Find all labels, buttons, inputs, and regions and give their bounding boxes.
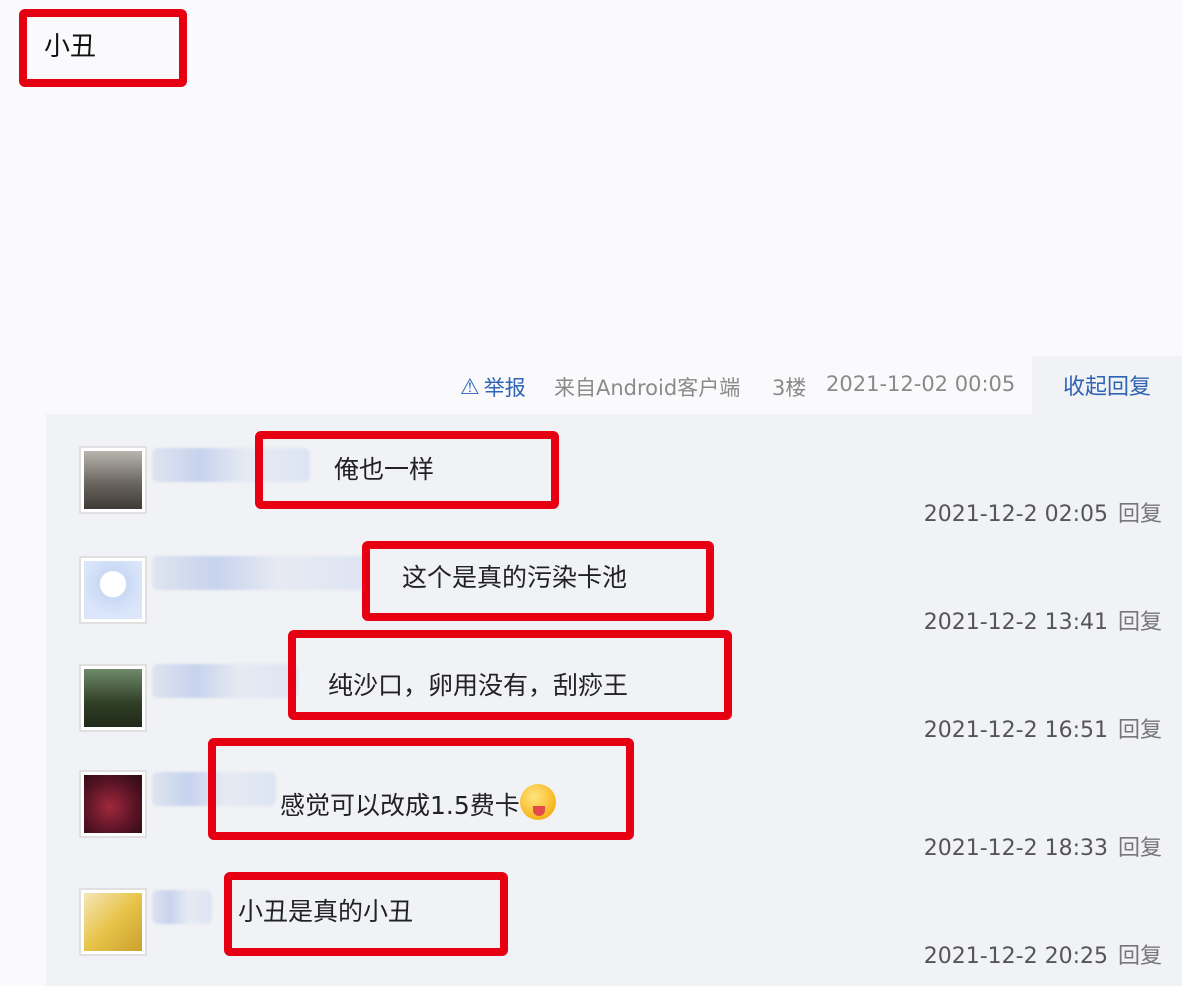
warning-triangle-icon: ⚠ <box>460 374 480 400</box>
avatar[interactable] <box>79 888 147 956</box>
reply-meta: 2021-12-2 02:05 回复 <box>924 496 1162 528</box>
collapse-replies-button[interactable]: 收起回复 <box>1032 356 1182 414</box>
reply-meta: 2021-12-2 13:41 回复 <box>924 604 1162 636</box>
reply-time: 2021-12-2 13:41 <box>923 610 1108 635</box>
blurred-username[interactable] <box>152 556 366 590</box>
reply-time: 2021-12-2 02:05 <box>923 502 1108 527</box>
floor-number: 3楼 <box>772 376 807 400</box>
report-link[interactable]: ⚠ 举报 <box>460 372 526 402</box>
client-source: 来自Android客户端 <box>554 376 741 400</box>
reply-meta: 2021-12-2 16:51 回复 <box>924 712 1162 744</box>
reply-button[interactable]: 回复 <box>1118 836 1162 861</box>
blurred-username[interactable] <box>152 448 310 482</box>
reply-button[interactable]: 回复 <box>1118 610 1162 635</box>
reply-text-body: 感觉可以改成1.5费卡 <box>280 791 520 820</box>
avatar[interactable] <box>79 446 147 514</box>
reply-time: 2021-12-2 18:33 <box>923 836 1108 861</box>
reply-button[interactable]: 回复 <box>1118 944 1162 969</box>
blurred-username[interactable] <box>152 772 276 806</box>
reply-time: 2021-12-2 20:25 <box>923 944 1108 969</box>
avatar[interactable] <box>79 770 147 838</box>
tongue-out-emoji-icon <box>519 784 556 820</box>
post-time: 2021-12-02 00:05 <box>826 372 1016 396</box>
reply-text: 纯沙口，卵用没有，刮痧王 <box>328 671 629 700</box>
reply-meta: 2021-12-2 20:25 回复 <box>924 938 1162 970</box>
reply-text: 感觉可以改成1.5费卡 <box>280 784 556 822</box>
avatar[interactable] <box>79 556 147 624</box>
report-label: 举报 <box>483 376 526 400</box>
reply-button[interactable]: 回复 <box>1118 502 1162 527</box>
post-content: 小丑 <box>44 32 97 62</box>
reply-text: 小丑是真的小丑 <box>238 897 414 926</box>
reply-text: 俺也一样 <box>334 455 435 484</box>
blurred-username[interactable] <box>152 890 212 924</box>
reply-meta: 2021-12-2 18:33 回复 <box>924 830 1162 862</box>
reply-button[interactable]: 回复 <box>1118 718 1162 743</box>
reply-text: 这个是真的污染卡池 <box>402 563 628 592</box>
reply-time: 2021-12-2 16:51 <box>923 718 1108 743</box>
avatar[interactable] <box>79 664 147 732</box>
blurred-username[interactable] <box>152 664 298 698</box>
